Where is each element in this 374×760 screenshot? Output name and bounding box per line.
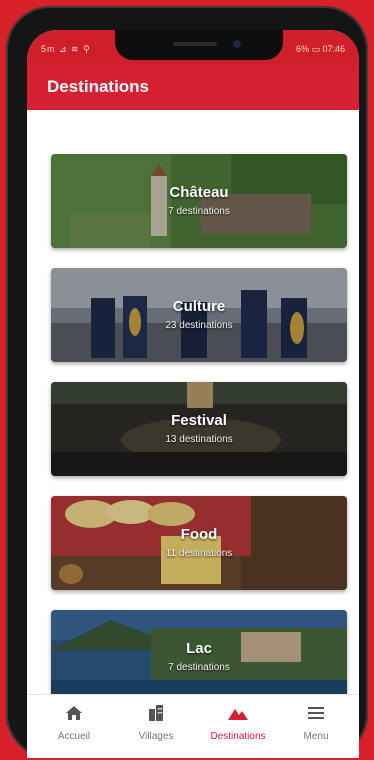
page-title: Destinations bbox=[47, 77, 150, 96]
category-count: 7 destinations bbox=[168, 206, 230, 217]
nav-label: Destinations bbox=[210, 731, 266, 742]
app-screen: 5m ⊿ ≋ ⚲ 6% ▭ 07:46 Destinations Château… bbox=[27, 30, 359, 758]
status-time-battery: 6% ▭ 07:46 bbox=[295, 44, 345, 54]
category-name: Festival bbox=[171, 412, 227, 429]
phone-frame: 5m ⊿ ≋ ⚲ 6% ▭ 07:46 Destinations Château… bbox=[6, 6, 368, 758]
card-overlay bbox=[51, 154, 347, 248]
category-card-lac[interactable]: Lac 7 destinations bbox=[51, 610, 347, 704]
nav-item-destinations[interactable]: Destinations bbox=[203, 703, 273, 742]
category-name: Food bbox=[180, 526, 218, 543]
nav-item-accueil[interactable]: Accueil bbox=[39, 703, 109, 742]
speaker-grill bbox=[173, 42, 217, 46]
camera-notch bbox=[115, 30, 283, 60]
bottom-navigation: Accueil Villages Destinations Menu bbox=[27, 694, 359, 758]
nav-item-villages[interactable]: Villages bbox=[121, 703, 191, 742]
category-count: 23 destinations bbox=[165, 320, 233, 331]
category-card-food[interactable]: Food 11 destinations bbox=[51, 496, 347, 590]
nav-label: Accueil bbox=[57, 731, 91, 742]
category-card-culture[interactable]: Culture 23 destinations bbox=[51, 268, 347, 362]
nav-label: Menu bbox=[303, 731, 329, 742]
camera-lens bbox=[233, 40, 241, 48]
category-count: 7 destinations bbox=[168, 662, 230, 673]
app-bar: Destinations bbox=[27, 66, 359, 110]
nav-label: Villages bbox=[138, 731, 174, 742]
category-count: 11 destinations bbox=[165, 548, 233, 559]
card-overlay bbox=[51, 496, 347, 590]
card-overlay bbox=[51, 382, 347, 476]
home-icon bbox=[66, 706, 82, 720]
category-name: Château bbox=[169, 184, 229, 201]
card-overlay bbox=[51, 610, 347, 704]
mountains-icon bbox=[228, 709, 248, 720]
card-overlay bbox=[51, 268, 347, 362]
status-signal: 5m ⊿ ≋ ⚲ bbox=[41, 44, 91, 54]
category-card-festival[interactable]: Festival 13 destinations bbox=[51, 382, 347, 476]
category-card-chateau[interactable]: Château 7 destinations bbox=[51, 154, 347, 248]
buildings-icon bbox=[149, 705, 163, 721]
category-name: Culture bbox=[172, 298, 226, 315]
category-name: Lac bbox=[186, 640, 212, 657]
category-count: 13 destinations bbox=[165, 434, 233, 445]
menu-icon bbox=[308, 707, 324, 719]
nav-item-menu[interactable]: Menu bbox=[281, 703, 351, 742]
